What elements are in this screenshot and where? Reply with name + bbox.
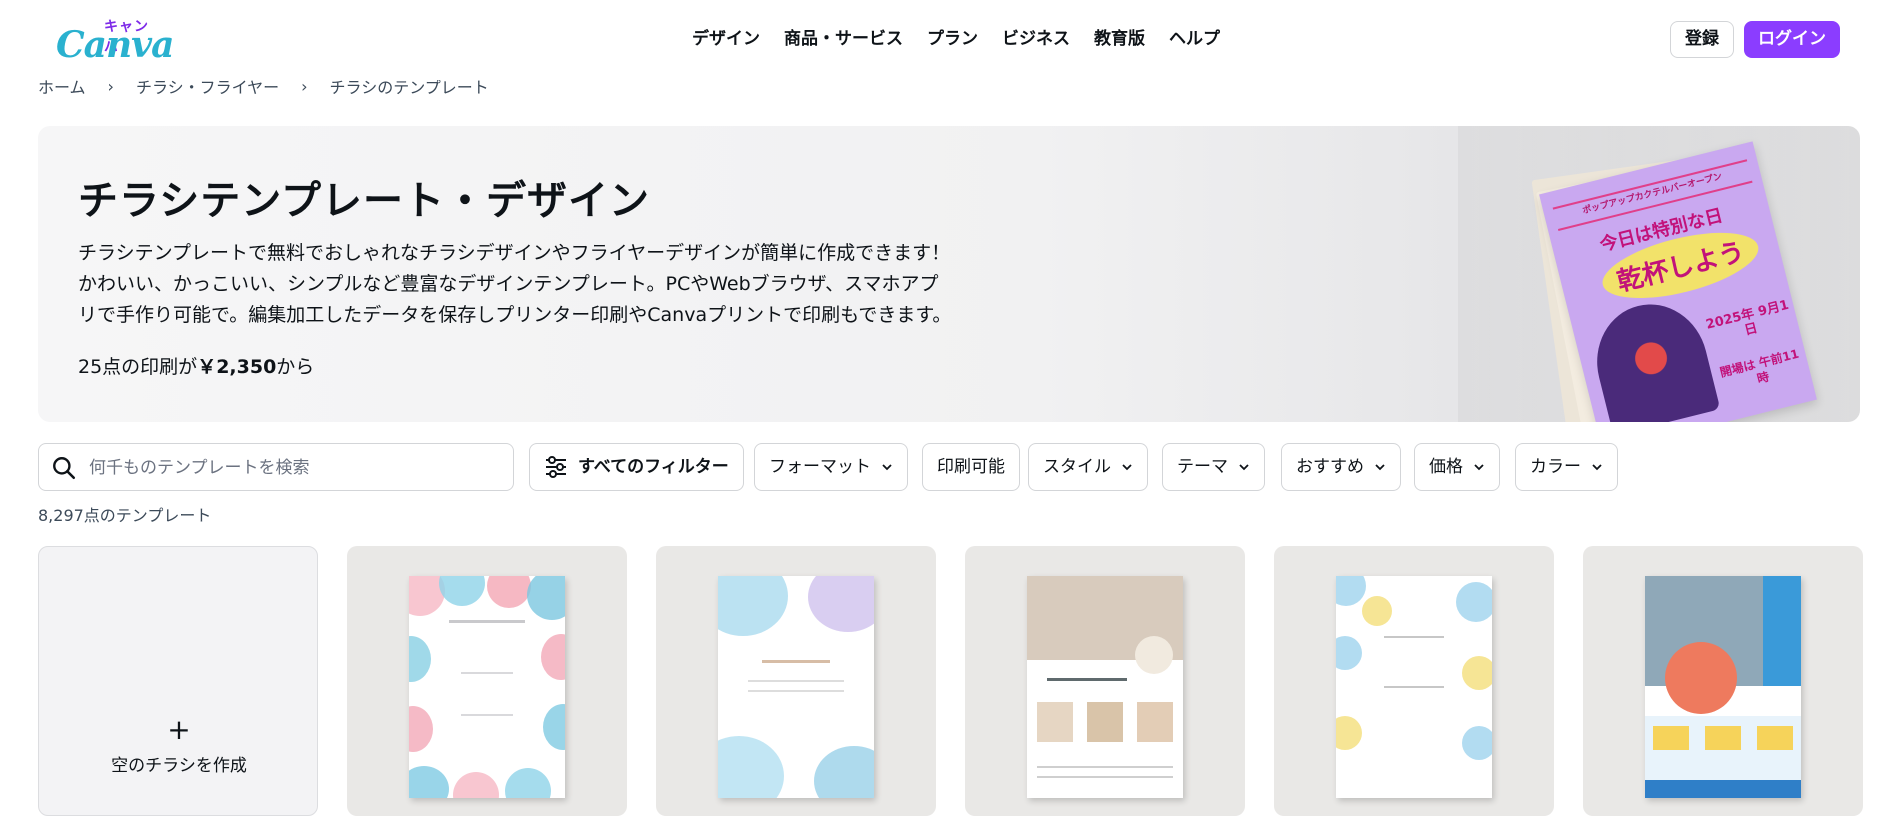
hero-description: チラシテンプレートで無料でおしゃれなチラシデザインやフライヤーデザインが簡単に作… (78, 238, 978, 331)
canva-logo[interactable]: キャンバ Canva (56, 16, 174, 66)
chevron-down-icon (1474, 464, 1484, 471)
hero-description-line: リで手作り可能で。編集加工したデータを保存しプリンター印刷やCanvaプリントで… (78, 304, 952, 326)
printable-filter-label: 印刷可能 (937, 457, 1005, 477)
plus-icon: + (167, 713, 191, 746)
recommended-filter-label: おすすめ (1296, 457, 1364, 477)
nav-business[interactable]: ビジネス (990, 20, 1082, 58)
nav-education[interactable]: 教育版 (1082, 20, 1157, 58)
chevron-right-icon: › (107, 80, 114, 96)
hero-description-line: かわいい、かっこいい、シンプルなど豊富なデザインテンプレート。PCやWebブラウ… (78, 273, 939, 295)
logo-wordmark: Canva (56, 24, 174, 66)
price-filter-label: 価格 (1429, 457, 1463, 477)
color-filter-label: カラー (1530, 457, 1581, 477)
breadcrumb-current: チラシのテンプレート (329, 80, 489, 97)
nav-help[interactable]: ヘルプ (1157, 20, 1232, 58)
template-thumbnail (1645, 576, 1801, 798)
nav-design[interactable]: デザイン (680, 20, 772, 58)
printable-filter[interactable]: 印刷可能 (922, 443, 1020, 491)
search-icon (53, 457, 76, 480)
price-value: ￥2,350 (197, 356, 277, 378)
print-price: 25点の印刷が￥2,350から (78, 352, 314, 379)
theme-filter[interactable]: テーマ (1162, 443, 1265, 491)
template-search[interactable] (38, 443, 514, 491)
price-filter[interactable]: 価格 (1414, 443, 1500, 491)
chevron-down-icon (1592, 464, 1602, 471)
create-blank-label: 空のチラシを作成 (111, 756, 247, 776)
all-filters-button[interactable]: すべてのフィルター (529, 443, 744, 491)
create-blank-flyer-card[interactable]: + 空のチラシを作成 (38, 546, 318, 816)
cocktail-photo (1584, 292, 1721, 422)
breadcrumb-home[interactable]: ホーム (38, 80, 86, 98)
template-card[interactable] (1583, 546, 1863, 816)
chevron-right-icon: › (301, 80, 308, 96)
style-filter-label: スタイル (1043, 457, 1111, 477)
login-button[interactable]: ログイン (1744, 21, 1840, 58)
chevron-down-icon (1239, 464, 1249, 471)
template-card[interactable] (1274, 546, 1554, 816)
template-card[interactable] (656, 546, 936, 816)
chevron-down-icon (882, 464, 892, 471)
nav-products-services[interactable]: 商品・サービス (772, 20, 915, 58)
template-thumbnail (409, 576, 565, 798)
breadcrumb: ホーム › チラシ・フライヤー › チラシのテンプレート (38, 80, 489, 104)
template-thumbnail (1027, 576, 1183, 798)
format-filter[interactable]: フォーマット (754, 443, 908, 491)
template-thumbnail (718, 576, 874, 798)
register-button[interactable]: 登録 (1670, 21, 1734, 58)
flyer-time: 開場は 午前11時 (1718, 346, 1801, 387)
result-count: 8,297点のテンプレート (38, 506, 212, 525)
hero-description-line: チラシテンプレートで無料でおしゃれなチラシデザインやフライヤーデザインが簡単に作… (78, 242, 951, 264)
price-prefix: 25点の印刷が (78, 356, 198, 378)
all-filters-label: すべてのフィルター (578, 457, 729, 477)
page-title: チラシテンプレート・デザイン (78, 178, 650, 224)
template-card[interactable] (347, 546, 627, 816)
nav-plans[interactable]: プラン (915, 20, 990, 58)
theme-filter-label: テーマ (1177, 457, 1228, 477)
breadcrumb-flyers[interactable]: チラシ・フライヤー (136, 80, 279, 98)
sliders-icon (546, 456, 566, 478)
flyer-date: 2025年 9月1日 (1704, 297, 1791, 339)
chevron-down-icon (1375, 464, 1385, 471)
chevron-down-icon (1122, 464, 1132, 471)
template-thumbnail (1336, 576, 1492, 798)
price-suffix: から (276, 356, 315, 378)
format-filter-label: フォーマット (769, 457, 871, 477)
hero-banner: ポップアップカクテルバーオープン 今日は特別な日 乾杯しよう 2025年 9月1… (38, 126, 1860, 422)
color-filter[interactable]: カラー (1515, 443, 1618, 491)
template-card[interactable] (965, 546, 1245, 816)
recommended-filter[interactable]: おすすめ (1281, 443, 1401, 491)
style-filter[interactable]: スタイル (1028, 443, 1148, 491)
top-header: キャンバ Canva デザイン 商品・サービス プラン ビジネス 教育版 ヘルプ… (0, 0, 1879, 80)
main-nav: デザイン 商品・サービス プラン ビジネス 教育版 ヘルプ (680, 20, 1232, 58)
search-input[interactable] (87, 452, 501, 484)
